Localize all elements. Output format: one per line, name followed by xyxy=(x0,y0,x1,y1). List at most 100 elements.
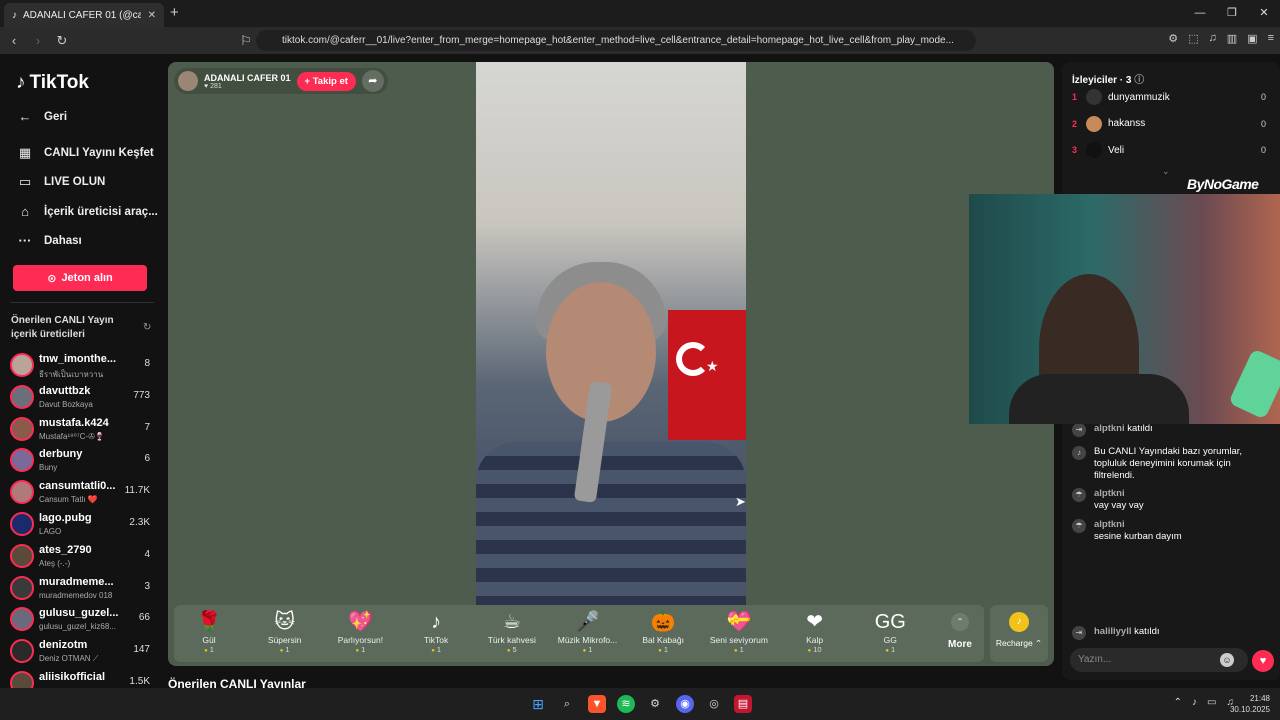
suggested-creator-item[interactable]: gulusu_guzel... gulusu_guzel_kiz68... 66 xyxy=(8,605,154,637)
back-icon[interactable]: ‹ xyxy=(4,33,24,48)
viewer-count: 2.3K xyxy=(129,517,150,528)
viewer-score: 0 xyxy=(1260,118,1266,129)
creator-avatar xyxy=(10,448,34,473)
gift-item[interactable]: 🎤 Müzik Mikrofo...1 xyxy=(550,609,626,654)
viewer-avatar xyxy=(1086,89,1102,105)
nav-go-live[interactable]: ▭ LIVE OLUN xyxy=(16,174,106,190)
more-gifts-button[interactable]: ⌃ More xyxy=(940,613,980,650)
gift-name: Bal Kabağı xyxy=(642,635,684,645)
obs-icon[interactable]: ◎ xyxy=(705,695,723,713)
extension-icon[interactable]: ⚙ xyxy=(1168,32,1178,45)
menu-icon[interactable]: ≡ xyxy=(1268,32,1274,45)
minimize-icon[interactable]: — xyxy=(1184,0,1216,27)
gift-item[interactable]: 🐱 Süpersin1 xyxy=(247,609,323,654)
recharge-label: Recharge ⌃ xyxy=(995,638,1043,648)
chevron-down-icon[interactable]: ⌄ xyxy=(1162,166,1170,177)
left-sidebar: ♪ TikTok ← Geri ▦ CANLI Yayını Keşfet ▭ LIV… xyxy=(0,54,160,688)
system-clock[interactable]: 21:48 30.10.2025 xyxy=(1230,693,1270,715)
nav-creator-tools[interactable]: ⌂ İçerik üreticisi araç... xyxy=(16,204,158,219)
viewer-row[interactable]: 3 Veli 0 xyxy=(1072,139,1266,161)
refresh-icon[interactable]: ↻ xyxy=(143,322,151,333)
discord-icon[interactable]: ◉ xyxy=(676,695,694,713)
brave-browser-icon[interactable]: ▼ xyxy=(588,695,606,713)
nav-explore-live[interactable]: ▦ CANLI Yayını Keşfet xyxy=(16,145,154,161)
nav-back[interactable]: ← Geri xyxy=(16,109,68,124)
viewer-row[interactable]: 2 hakanss 0 xyxy=(1072,113,1266,135)
creator-name: aliisikofficial xyxy=(39,671,106,683)
browser-tab[interactable]: ♪ ADANALI CAFER 01 (@caferr ✕ xyxy=(4,3,164,27)
microphone-icon[interactable]: ♪ xyxy=(1192,697,1197,708)
nav-more[interactable]: ··· Dahası xyxy=(16,233,82,248)
share-icon[interactable]: ➦ xyxy=(361,70,384,92)
gift-item[interactable]: 💝 Seni seviyorum1 xyxy=(701,609,777,654)
suggested-creator-item[interactable]: muradmeme... muradmemedov 018 3 xyxy=(8,574,154,606)
close-tab-icon[interactable]: ✕ xyxy=(148,10,156,21)
gift-price: 1 xyxy=(625,645,701,654)
viewer-count: 11.7K xyxy=(124,485,150,497)
url-field[interactable]: tiktok.com/@caferr__01/live?enter_from_m… xyxy=(256,30,976,51)
bookmark-icon[interactable]: ⚐ xyxy=(236,33,256,49)
sidebar-icon[interactable]: ▥ xyxy=(1227,32,1237,45)
follow-button[interactable]: + Takip et xyxy=(296,71,356,91)
forward-icon[interactable]: › xyxy=(28,33,48,48)
suggested-creator-item[interactable]: aliisikofficial 1.5K xyxy=(8,669,154,688)
chevron-up-icon[interactable]: ⌃ xyxy=(1174,697,1182,708)
system-tray: ⌃ ♪ ▭ ♫ xyxy=(1174,697,1234,708)
gift-item[interactable]: 💖 Parlıyorsun!1 xyxy=(322,609,398,654)
chat-input[interactable]: Yazın... ☺ xyxy=(1070,648,1248,672)
gift-price: 1 xyxy=(247,645,323,654)
gift-price: 10 xyxy=(777,645,853,654)
puzzle-icon[interactable]: ⬚ xyxy=(1188,32,1198,45)
chat-username[interactable]: alptkni xyxy=(1094,488,1144,500)
creator-subtitle: muradmemedov 018 xyxy=(39,590,113,600)
suggested-creator-item[interactable]: tnw_imonthe... ธีราพัเป็นเบาหวาน 8 xyxy=(8,351,154,383)
steam-icon[interactable]: ⚙ xyxy=(646,695,664,713)
voice-app-icon[interactable]: ▤ xyxy=(734,695,752,713)
creator-avatar xyxy=(10,575,34,600)
gift-item[interactable]: ♪ TikTok1 xyxy=(398,609,474,654)
close-window-icon[interactable]: ✕ xyxy=(1248,0,1280,27)
mouse-cursor-icon: ➤ xyxy=(735,494,746,509)
crescent-shape xyxy=(676,342,710,376)
chat-username[interactable]: alptkni xyxy=(1094,519,1182,531)
get-coins-button[interactable]: ⊙ Jeton alın xyxy=(13,265,147,291)
coin-icon: ⊙ xyxy=(47,272,57,285)
suggested-creator-item[interactable]: ates_2790 Ateş (-.-) 4 xyxy=(8,542,154,574)
gift-item[interactable]: ☕ Türk kahvesi5 xyxy=(474,609,550,654)
tiktok-logo[interactable]: ♪ TikTok xyxy=(16,72,89,94)
reload-icon[interactable]: ↻ xyxy=(52,33,72,49)
gift-item[interactable]: ❤ Kalp10 xyxy=(777,609,853,654)
restore-icon[interactable]: ❐ xyxy=(1216,0,1248,27)
music-icon[interactable]: ♫ xyxy=(1209,32,1217,45)
gift-item[interactable]: 🌹 Gül1 xyxy=(171,609,247,654)
shirt-shape xyxy=(476,442,746,622)
gift-item[interactable]: GGGG1 xyxy=(852,609,928,654)
suggested-creator-item[interactable]: davuttbzk Davut Bozkaya 773 xyxy=(8,383,154,415)
gift-item[interactable]: 🎃 Bal Kabağı1 xyxy=(625,609,701,654)
suggested-creator-item[interactable]: lago.pubg LAGO 2.3K xyxy=(8,510,154,542)
viewer-row[interactable]: 1 dunyammuzik 0 xyxy=(1072,86,1266,108)
wallet-icon[interactable]: ▣ xyxy=(1247,32,1257,45)
suggested-creator-item[interactable]: cansumtatli0... Cansum Tatlı ❤️ 11.7K xyxy=(8,478,154,510)
chat-username[interactable]: alptkni xyxy=(1094,423,1125,434)
emoji-icon[interactable]: ☺ xyxy=(1220,653,1234,667)
search-icon[interactable]: ⌕ xyxy=(558,695,576,713)
spotify-icon[interactable]: ≋ xyxy=(617,695,635,713)
like-heart-button[interactable]: ♥ xyxy=(1252,650,1274,672)
host-name[interactable]: ADANALI CAFER 01 xyxy=(204,73,291,83)
chat-username[interactable]: haliliyyll xyxy=(1094,626,1132,637)
tiktok-icon: ♪ xyxy=(1072,446,1086,460)
host-avatar[interactable] xyxy=(178,71,198,91)
info-icon[interactable]: ⓘ xyxy=(1134,75,1144,86)
recharge-button[interactable]: ♪ Recharge ⌃ xyxy=(990,605,1048,662)
creator-subtitle: Ateş (-.-) xyxy=(39,558,71,568)
windows-start-icon[interactable]: ⊞ xyxy=(529,695,547,713)
gift-name: Türk kahvesi xyxy=(487,635,536,645)
new-tab-button[interactable]: + xyxy=(170,4,179,21)
suggested-creator-item[interactable]: denizotm Deniz OTMAN ⟋ 147 xyxy=(8,637,154,669)
network-icon[interactable]: ▭ xyxy=(1207,697,1216,708)
suggested-creator-item[interactable]: mustafa.k424 Mustafa¹⁹⁰⁷C-✇🍷 7 xyxy=(8,415,154,447)
live-video[interactable]: ★ xyxy=(476,62,746,622)
suggested-creator-item[interactable]: derbuny Buny 6 xyxy=(8,446,154,478)
nav-label: Geri xyxy=(44,110,68,123)
